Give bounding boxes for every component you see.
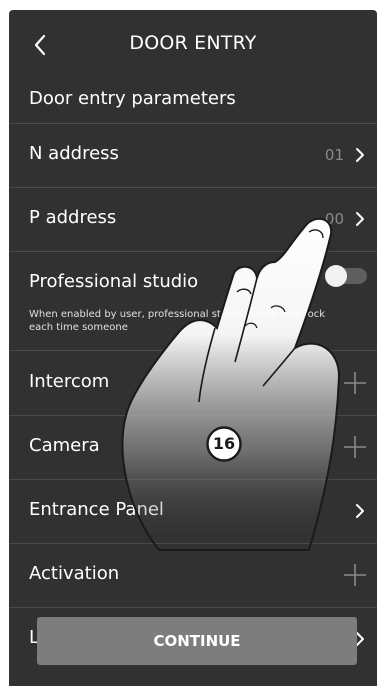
- page-title: DOOR ENTRY: [129, 32, 257, 54]
- plus-icon[interactable]: [343, 563, 367, 587]
- entrance-panel-label: Entrance Panel: [29, 499, 164, 520]
- continue-button[interactable]: CONTINUE: [37, 617, 357, 665]
- intercom-row[interactable]: Intercom: [9, 351, 377, 415]
- professional-studio-toggle[interactable]: [325, 265, 367, 287]
- chevron-right-icon[interactable]: [353, 143, 367, 167]
- header: DOOR ENTRY: [9, 10, 377, 80]
- professional-studio-note: When enabled by user, professional studi…: [29, 309, 325, 333]
- professional-studio-row: Professional studio: [9, 251, 377, 315]
- plus-icon[interactable]: [343, 435, 367, 459]
- entrance-panel-row[interactable]: Entrance Panel: [9, 479, 377, 543]
- step-number: 16: [212, 434, 236, 453]
- p-address-label: P address: [29, 207, 117, 228]
- camera-label: Camera: [29, 435, 100, 456]
- n-address-value: 01: [324, 146, 344, 164]
- activation-label: Activation: [29, 563, 120, 584]
- chevron-right-icon[interactable]: [353, 207, 367, 231]
- door-entry-screen: DOOR ENTRY Door entry parameters N addre…: [9, 10, 377, 686]
- intercom-label: Intercom: [29, 371, 110, 392]
- n-address-row[interactable]: N address 01: [9, 123, 377, 187]
- professional-studio-label: Professional studio: [29, 271, 199, 292]
- n-address-label: N address: [29, 143, 119, 164]
- activation-row[interactable]: Activation: [9, 543, 377, 607]
- chevron-right-icon[interactable]: [353, 499, 367, 523]
- plus-icon[interactable]: [343, 371, 367, 395]
- toggle-knob: [325, 265, 347, 287]
- section-title: Door entry parameters: [29, 88, 236, 109]
- camera-row[interactable]: Camera: [9, 415, 377, 479]
- p-address-value: 00: [324, 210, 344, 228]
- p-address-row[interactable]: P address 00: [9, 187, 377, 251]
